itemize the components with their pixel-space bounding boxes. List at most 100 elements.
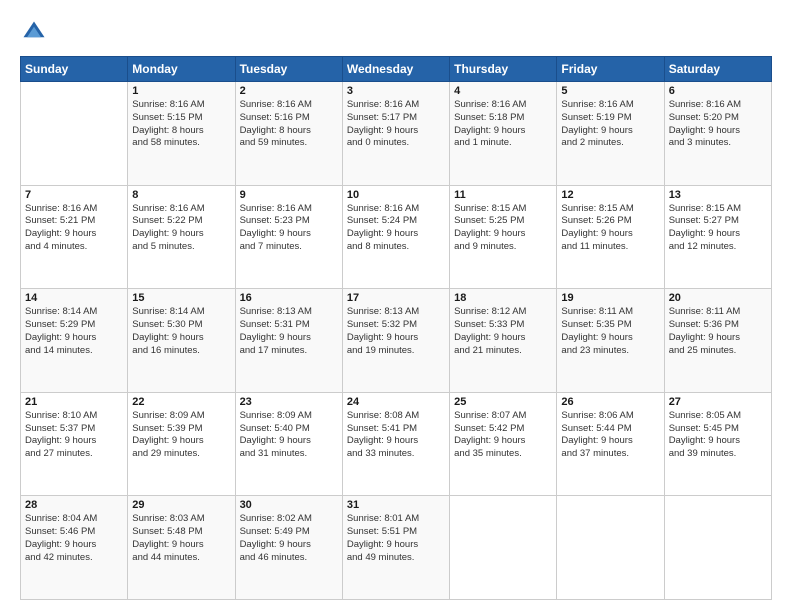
day-number: 6 [669, 85, 767, 97]
day-number: 11 [454, 189, 552, 201]
day-number: 3 [347, 85, 445, 97]
cell-info: Sunrise: 8:14 AMSunset: 5:30 PMDaylight:… [132, 306, 230, 357]
calendar-cell: 14 Sunrise: 8:14 AMSunset: 5:29 PMDayligh… [21, 289, 128, 393]
calendar-cell: 4 Sunrise: 8:16 AMSunset: 5:18 PMDaylight… [450, 82, 557, 186]
calendar-cell: 20 Sunrise: 8:11 AMSunset: 5:36 PMDayligh… [664, 289, 771, 393]
calendar-cell: 6 Sunrise: 8:16 AMSunset: 5:20 PMDaylight… [664, 82, 771, 186]
cell-info: Sunrise: 8:02 AMSunset: 5:49 PMDaylight:… [240, 513, 338, 564]
calendar-week-row: 21Sunrise: 8:10 AMSunset: 5:37 PMDayligh… [21, 392, 772, 496]
day-number: 2 [240, 85, 338, 97]
cell-info: Sunrise: 8:12 AMSunset: 5:33 PMDaylight:… [454, 306, 552, 357]
calendar-cell: 18 Sunrise: 8:12 AMSunset: 5:33 PMDayligh… [450, 289, 557, 393]
calendar-cell: 29 Sunrise: 8:03 AMSunset: 5:48 PMDayligh… [128, 496, 235, 600]
calendar-cell: 9 Sunrise: 8:16 AMSunset: 5:23 PMDaylight… [235, 185, 342, 289]
calendar-header-friday: Friday [557, 57, 664, 82]
calendar-header-tuesday: Tuesday [235, 57, 342, 82]
calendar-cell: 22Sunrise: 8:09 AMSunset: 5:39 PMDayligh… [128, 392, 235, 496]
cell-info: Sunrise: 8:11 AMSunset: 5:35 PMDaylight:… [561, 306, 659, 357]
calendar-cell: 17 Sunrise: 8:13 AMSunset: 5:32 PMDayligh… [342, 289, 449, 393]
cell-info: Sunrise: 8:13 AMSunset: 5:32 PMDaylight:… [347, 306, 445, 357]
day-number: 10 [347, 189, 445, 201]
day-number: 12 [561, 189, 659, 201]
day-number: 27 [669, 396, 767, 408]
day-number: 7 [25, 189, 123, 201]
cell-info: Sunrise: 8:16 AMSunset: 5:18 PMDaylight:… [454, 99, 552, 150]
calendar-cell: 5 Sunrise: 8:16 AMSunset: 5:19 PMDaylight… [557, 82, 664, 186]
day-number: 29 [132, 499, 230, 511]
cell-info: Sunrise: 8:15 AMSunset: 5:26 PMDaylight:… [561, 203, 659, 254]
day-number: 9 [240, 189, 338, 201]
calendar-cell: 25 Sunrise: 8:07 AMSunset: 5:42 PMDayligh… [450, 392, 557, 496]
day-number: 17 [347, 292, 445, 304]
day-number: 14 [25, 292, 123, 304]
calendar-cell: 7 Sunrise: 8:16 AMSunset: 5:21 PMDaylight… [21, 185, 128, 289]
day-number: 23 [240, 396, 338, 408]
calendar-cell: 1 Sunrise: 8:16 AMSunset: 5:15 PMDaylight… [128, 82, 235, 186]
cell-info: Sunrise: 8:09 AMSunset: 5:40 PMDaylight:… [240, 410, 338, 461]
calendar-cell: 19 Sunrise: 8:11 AMSunset: 5:35 PMDayligh… [557, 289, 664, 393]
calendar-cell: 23 Sunrise: 8:09 AMSunset: 5:40 PMDayligh… [235, 392, 342, 496]
day-number: 26 [561, 396, 659, 408]
header [20, 18, 772, 46]
calendar-cell: 8Sunrise: 8:16 AMSunset: 5:22 PMDaylight… [128, 185, 235, 289]
cell-info: Sunrise: 8:07 AMSunset: 5:42 PMDaylight:… [454, 410, 552, 461]
calendar-cell: 11 Sunrise: 8:15 AMSunset: 5:25 PMDayligh… [450, 185, 557, 289]
day-number: 19 [561, 292, 659, 304]
calendar-cell: 12 Sunrise: 8:15 AMSunset: 5:26 PMDayligh… [557, 185, 664, 289]
day-number: 16 [240, 292, 338, 304]
cell-info: Sunrise: 8:16 AMSunset: 5:17 PMDaylight:… [347, 99, 445, 150]
cell-info: Sunrise: 8:16 AMSunset: 5:19 PMDaylight:… [561, 99, 659, 150]
calendar-week-row: 28Sunrise: 8:04 AMSunset: 5:46 PMDayligh… [21, 496, 772, 600]
cell-info: Sunrise: 8:16 AMSunset: 5:21 PMDaylight:… [25, 203, 123, 254]
cell-info: Sunrise: 8:11 AMSunset: 5:36 PMDaylight:… [669, 306, 767, 357]
logo [20, 18, 52, 46]
calendar-cell: 3 Sunrise: 8:16 AMSunset: 5:17 PMDaylight… [342, 82, 449, 186]
cell-info: Sunrise: 8:05 AMSunset: 5:45 PMDaylight:… [669, 410, 767, 461]
cell-info: Sunrise: 8:14 AMSunset: 5:29 PMDaylight:… [25, 306, 123, 357]
day-number: 1 [132, 85, 230, 97]
cell-info: Sunrise: 8:16 AMSunset: 5:20 PMDaylight:… [669, 99, 767, 150]
calendar-cell [21, 82, 128, 186]
calendar-cell: 2 Sunrise: 8:16 AMSunset: 5:16 PMDaylight… [235, 82, 342, 186]
day-number: 5 [561, 85, 659, 97]
cell-info: Sunrise: 8:16 AMSunset: 5:16 PMDaylight:… [240, 99, 338, 150]
cell-info: Sunrise: 8:08 AMSunset: 5:41 PMDaylight:… [347, 410, 445, 461]
cell-info: Sunrise: 8:16 AMSunset: 5:23 PMDaylight:… [240, 203, 338, 254]
calendar-header-row: SundayMondayTuesdayWednesdayThursdayFrid… [21, 57, 772, 82]
day-number: 28 [25, 499, 123, 511]
cell-info: Sunrise: 8:10 AMSunset: 5:37 PMDaylight:… [25, 410, 123, 461]
calendar-table: SundayMondayTuesdayWednesdayThursdayFrid… [20, 56, 772, 600]
calendar-cell: 24 Sunrise: 8:08 AMSunset: 5:41 PMDayligh… [342, 392, 449, 496]
calendar-cell [450, 496, 557, 600]
day-number: 18 [454, 292, 552, 304]
calendar-cell [557, 496, 664, 600]
day-number: 15 [132, 292, 230, 304]
calendar-week-row: 1 Sunrise: 8:16 AMSunset: 5:15 PMDaylight… [21, 82, 772, 186]
cell-info: Sunrise: 8:09 AMSunset: 5:39 PMDaylight:… [132, 410, 230, 461]
cell-info: Sunrise: 8:06 AMSunset: 5:44 PMDaylight:… [561, 410, 659, 461]
cell-info: Sunrise: 8:16 AMSunset: 5:15 PMDaylight:… [132, 99, 230, 150]
day-number: 20 [669, 292, 767, 304]
calendar-cell: 21Sunrise: 8:10 AMSunset: 5:37 PMDayligh… [21, 392, 128, 496]
calendar-cell [664, 496, 771, 600]
calendar-header-sunday: Sunday [21, 57, 128, 82]
calendar-header-monday: Monday [128, 57, 235, 82]
calendar-cell: 15 Sunrise: 8:14 AMSunset: 5:30 PMDayligh… [128, 289, 235, 393]
calendar-week-row: 7 Sunrise: 8:16 AMSunset: 5:21 PMDaylight… [21, 185, 772, 289]
day-number: 4 [454, 85, 552, 97]
day-number: 31 [347, 499, 445, 511]
calendar-cell: 30 Sunrise: 8:02 AMSunset: 5:49 PMDayligh… [235, 496, 342, 600]
cell-info: Sunrise: 8:15 AMSunset: 5:25 PMDaylight:… [454, 203, 552, 254]
day-number: 30 [240, 499, 338, 511]
day-number: 24 [347, 396, 445, 408]
day-number: 25 [454, 396, 552, 408]
cell-info: Sunrise: 8:16 AMSunset: 5:24 PMDaylight:… [347, 203, 445, 254]
calendar-cell: 27 Sunrise: 8:05 AMSunset: 5:45 PMDayligh… [664, 392, 771, 496]
cell-info: Sunrise: 8:13 AMSunset: 5:31 PMDaylight:… [240, 306, 338, 357]
cell-info: Sunrise: 8:03 AMSunset: 5:48 PMDaylight:… [132, 513, 230, 564]
calendar-week-row: 14 Sunrise: 8:14 AMSunset: 5:29 PMDayligh… [21, 289, 772, 393]
page: SundayMondayTuesdayWednesdayThursdayFrid… [0, 0, 792, 612]
calendar-header-thursday: Thursday [450, 57, 557, 82]
day-number: 13 [669, 189, 767, 201]
cell-info: Sunrise: 8:16 AMSunset: 5:22 PMDaylight:… [132, 203, 230, 254]
